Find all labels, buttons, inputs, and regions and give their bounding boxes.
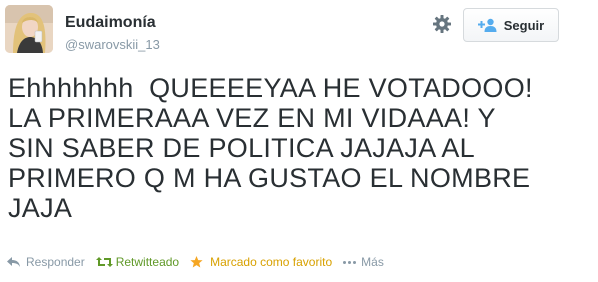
favorite-action[interactable]: Marcado como favorito [190,255,332,269]
retweet-action[interactable]: Retwitteado [95,255,180,269]
reply-action[interactable]: Responder [6,255,85,269]
more-action[interactable]: Más [343,255,384,269]
retweet-label: Retwitteado [115,255,180,269]
gear-icon[interactable] [431,13,453,35]
user-display-name[interactable]: Eudaimonía [65,14,156,32]
follow-button-label: Seguir [503,17,545,33]
tweet-text: Ehhhhhhh QUEEEEYAA HE VOTADOOO! LA PRIME… [8,73,533,223]
add-user-icon [477,18,498,32]
favorite-label: Marcado como favorito [210,255,333,269]
tweet-actions: Responder Retwitteado Marcado como favor… [6,254,395,270]
more-icon [343,260,357,264]
gear-icon-graphic [433,15,451,33]
reply-label: Responder [26,255,85,269]
star-icon [190,256,205,268]
tweet-card: Eudaimonía @swarovskii_13 Seguir Ehhhhhh… [0,0,598,282]
retweet-icon [95,256,113,268]
avatar-image [5,5,53,53]
avatar[interactable] [5,5,53,53]
follow-button[interactable]: Seguir [463,8,559,42]
user-handle[interactable]: @swarovskii_13 [65,37,160,52]
more-label: Más [361,255,384,269]
reply-icon [6,256,21,268]
